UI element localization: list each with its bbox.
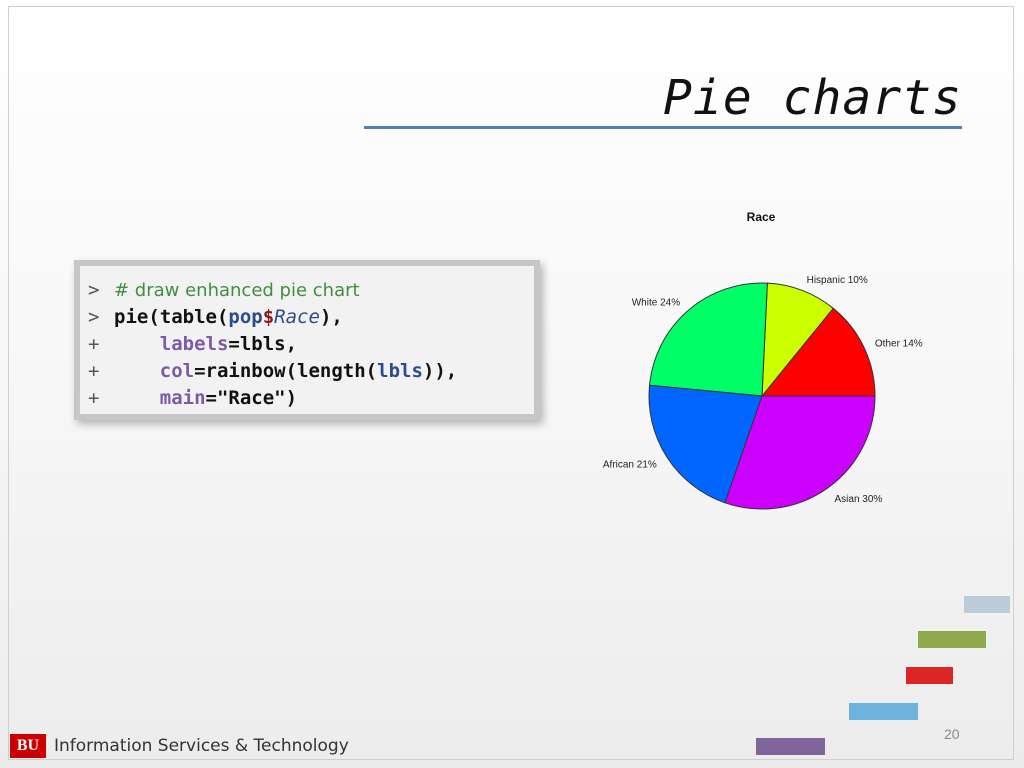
code-arg: col (159, 360, 195, 382)
code-prompt: > (88, 279, 100, 301)
code-rest: )), (422, 360, 458, 382)
code-call-end: ), (319, 306, 343, 328)
pie-slice-label: Asian 30% (835, 494, 883, 505)
footer-text: Information Services & Technology (54, 736, 349, 756)
deco-bar-3 (906, 667, 953, 684)
code-rest: ="Race") (205, 387, 298, 409)
code-line-1: > # draw enhanced pie chart (88, 277, 534, 304)
code-comment: # draw enhanced pie chart (114, 280, 360, 301)
code-line-2: > pie(table(pop$Race), (88, 304, 534, 331)
code-panel: > # draw enhanced pie chart > pie(table(po… (74, 260, 540, 420)
pie-slice-label: Hispanic 10% (807, 275, 868, 286)
code-call: pie(table( (114, 306, 229, 328)
deco-bar-1 (964, 596, 1010, 613)
pie-slice-label: White 24% (632, 298, 680, 309)
code-object: lbls (377, 360, 423, 382)
code-arg: labels (159, 333, 229, 355)
pie-chart: Race Other 14% Hispanic 10% White 24% Afric… (603, 210, 923, 510)
pie-slice-label: Other 14% (875, 338, 923, 349)
page-number: 20 (944, 726, 960, 742)
code-prompt: + (88, 387, 100, 409)
code-dollar: $ (262, 306, 275, 328)
code-line-3: + labels=lbls, (88, 331, 534, 358)
code-line-4: + col=rainbow(length(lbls)), (88, 358, 534, 385)
slide-title: Pie charts (663, 70, 962, 126)
code-prompt: > (88, 306, 100, 328)
code-object: pop (228, 306, 263, 328)
deco-bar-4 (849, 703, 918, 720)
code-arg: main (159, 387, 206, 409)
code-prompt: + (88, 333, 100, 355)
chart-title: Race (747, 210, 776, 224)
code-field: Race (274, 306, 320, 328)
code-prompt: + (88, 360, 100, 382)
code-rest: =rainbow(length( (194, 360, 378, 382)
deco-bar-5 (756, 738, 825, 755)
title-rule (364, 126, 962, 129)
code-rest: =lbls, (228, 333, 298, 355)
pie-slices (648, 282, 876, 510)
code-line-5: + main="Race") (88, 385, 534, 412)
deco-bar-2 (918, 631, 986, 648)
bu-logo: BU (10, 734, 46, 758)
pie-slice-label: African 21% (603, 460, 657, 471)
